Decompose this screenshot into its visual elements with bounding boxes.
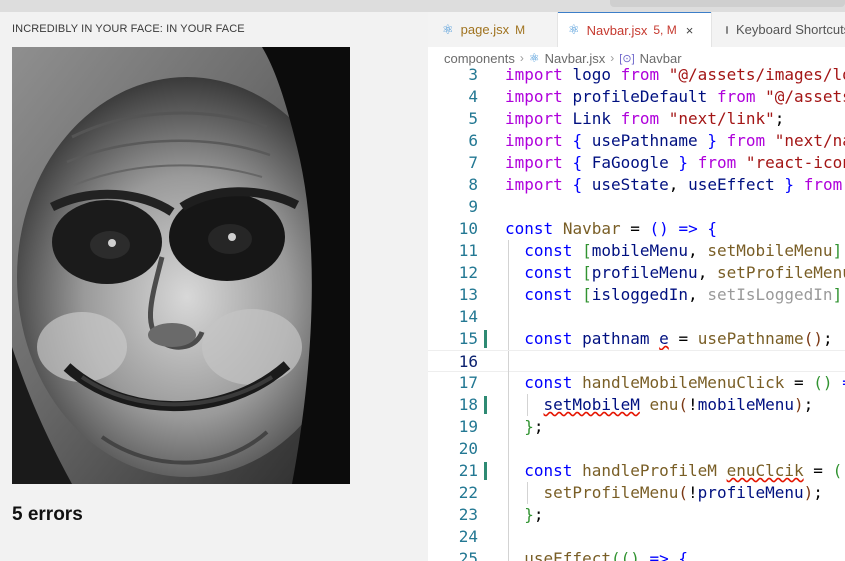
line-number: 18 <box>458 395 478 414</box>
tab-status: 5, M <box>653 23 677 37</box>
line-text: }; <box>524 417 544 436</box>
tab-keyboard-shortcuts[interactable]: Keyboard Shortcuts <box>711 12 845 47</box>
code-editor: ⚛ page.jsx M ⚛ Navbar.jsx 5, M × Keyboar… <box>428 12 845 561</box>
code-line-active[interactable]: 16 <box>428 350 845 373</box>
line-text: const [mobileMenu, setMobileMenu] <box>524 241 843 260</box>
line-text: import Link from "next/link"; <box>505 109 785 128</box>
code-line[interactable]: 25 useEffect(() => { <box>428 548 845 561</box>
chevron-right-icon: › <box>519 51 524 65</box>
symbol-variable-icon: [⊙] <box>619 52 635 65</box>
code-line[interactable]: 9 <box>428 196 845 218</box>
code-line[interactable]: 23 }; <box>428 504 845 526</box>
line-number: 23 <box>458 505 478 524</box>
code-line[interactable]: 20 <box>428 438 845 460</box>
line-number: 3 <box>468 65 478 84</box>
line-number: 13 <box>458 285 478 304</box>
code-line[interactable]: 12 const [profileMenu, setProfileMenu <box>428 262 845 284</box>
code-line[interactable]: 4 import profileDefault from "@/assets <box>428 86 845 108</box>
line-text: const handleMobileMenuClick = () = <box>524 373 845 392</box>
line-number: 22 <box>458 483 478 502</box>
meme-caption: INCREDIBLY IN YOUR FACE: IN YOUR FACE <box>12 23 245 35</box>
line-text: import { usePathname } from "next/na <box>505 131 845 150</box>
line-text: setMobileM enu(!mobileMenu); <box>543 395 814 414</box>
line-text: import profileDefault from "@/assets <box>505 87 845 106</box>
line-number: 7 <box>468 153 478 172</box>
code-line[interactable]: 19 }; <box>428 416 845 438</box>
tab-label: page.jsx <box>460 22 510 37</box>
line-number: 21 <box>458 461 478 480</box>
line-number: 11 <box>458 241 478 260</box>
meme-face-illustration <box>12 47 350 484</box>
line-number: 15 <box>458 329 478 348</box>
window-top-strip <box>0 0 845 12</box>
modified-gutter-marker[interactable] <box>484 396 487 414</box>
line-text: const [isloggedIn, setIsLoggedIn] <box>524 285 843 304</box>
code-line[interactable]: 5 import Link from "next/link"; <box>428 108 845 130</box>
search-bar-edge[interactable] <box>610 0 845 7</box>
meme-panel: INCREDIBLY IN YOUR FACE: IN YOUR FACE 5 … <box>0 12 428 561</box>
react-icon: ⚛ <box>528 51 540 65</box>
code-line[interactable]: 24 <box>428 526 845 548</box>
code-line[interactable]: 3 import logo from "@/assets/images/lo <box>428 64 845 86</box>
line-text: import { FaGoogle } from "react-icon <box>505 153 845 172</box>
line-number: 19 <box>458 417 478 436</box>
line-text: import { useState, useEffect } from <box>505 175 843 194</box>
code-line[interactable]: 13 const [isloggedIn, setIsLoggedIn] <box>428 284 845 306</box>
line-text: const [profileMenu, setProfileMenu <box>524 263 845 282</box>
line-text: const handleProfileM enuClcik = () <box>524 461 845 480</box>
tab-bar: ⚛ page.jsx M ⚛ Navbar.jsx 5, M × Keyboar… <box>428 12 845 47</box>
react-icon: ⚛ <box>442 21 454 37</box>
modified-gutter-marker[interactable] <box>484 330 487 348</box>
line-text: const Navbar = () => { <box>505 219 717 238</box>
line-text: setProfileMenu(!profileMenu); <box>543 483 823 502</box>
tab-label: Keyboard Shortcuts <box>736 22 845 37</box>
line-number: 14 <box>458 307 478 326</box>
errors-label: 5 errors <box>12 504 83 525</box>
chevron-right-icon: › <box>610 51 615 65</box>
line-number: 5 <box>468 109 478 128</box>
line-number: 16 <box>458 352 478 371</box>
keyboard-icon <box>726 25 728 34</box>
code-line[interactable]: 22 setProfileMenu(!profileMenu); <box>428 482 845 504</box>
meme-image <box>12 47 350 484</box>
line-number: 9 <box>468 197 478 216</box>
line-text: import logo from "@/assets/images/lo <box>505 65 845 84</box>
code-line[interactable]: 8 import { useState, useEffect } from <box>428 174 845 196</box>
line-number: 17 <box>458 373 478 392</box>
react-icon: ⚛ <box>568 22 580 37</box>
line-text: useEffect(() => { <box>524 549 689 561</box>
line-text: const pathnam e = usePathname(); <box>524 329 833 348</box>
tab-navbar-jsx[interactable]: ⚛ Navbar.jsx 5, M × <box>558 12 711 47</box>
code-line[interactable]: 6 import { usePathname } from "next/na <box>428 130 845 152</box>
code-line[interactable]: 17 const handleMobileMenuClick = () = <box>428 372 845 394</box>
line-number: 10 <box>458 219 478 238</box>
modified-gutter-marker[interactable] <box>484 462 487 480</box>
line-number: 6 <box>468 131 478 150</box>
tab-label: Navbar.jsx <box>586 22 648 38</box>
line-number: 20 <box>458 439 478 458</box>
code-area[interactable]: 3 import logo from "@/assets/images/lo 4 i… <box>428 64 845 561</box>
code-line[interactable]: 18 setMobileM enu(!mobileMenu); <box>428 394 845 416</box>
tab-page-jsx[interactable]: ⚛ page.jsx M <box>428 12 558 47</box>
code-line[interactable]: 21 const handleProfileM enuClcik = () <box>428 460 845 482</box>
line-number: 12 <box>458 263 478 282</box>
code-line[interactable]: 14 <box>428 306 845 328</box>
line-text: }; <box>524 505 544 524</box>
code-line[interactable]: 11 const [mobileMenu, setMobileMenu] <box>428 240 845 262</box>
code-line[interactable]: 15 const pathnam e = usePathname(); <box>428 328 845 350</box>
line-number: 8 <box>468 175 478 194</box>
code-line[interactable]: 7 import { FaGoogle } from "react-icon <box>428 152 845 174</box>
close-icon[interactable]: × <box>686 23 694 38</box>
line-number: 24 <box>458 527 478 546</box>
code-line[interactable]: 10 const Navbar = () => { <box>428 218 845 240</box>
line-number: 25 <box>458 549 478 561</box>
tab-status: M <box>515 22 526 37</box>
line-number: 4 <box>468 87 478 106</box>
